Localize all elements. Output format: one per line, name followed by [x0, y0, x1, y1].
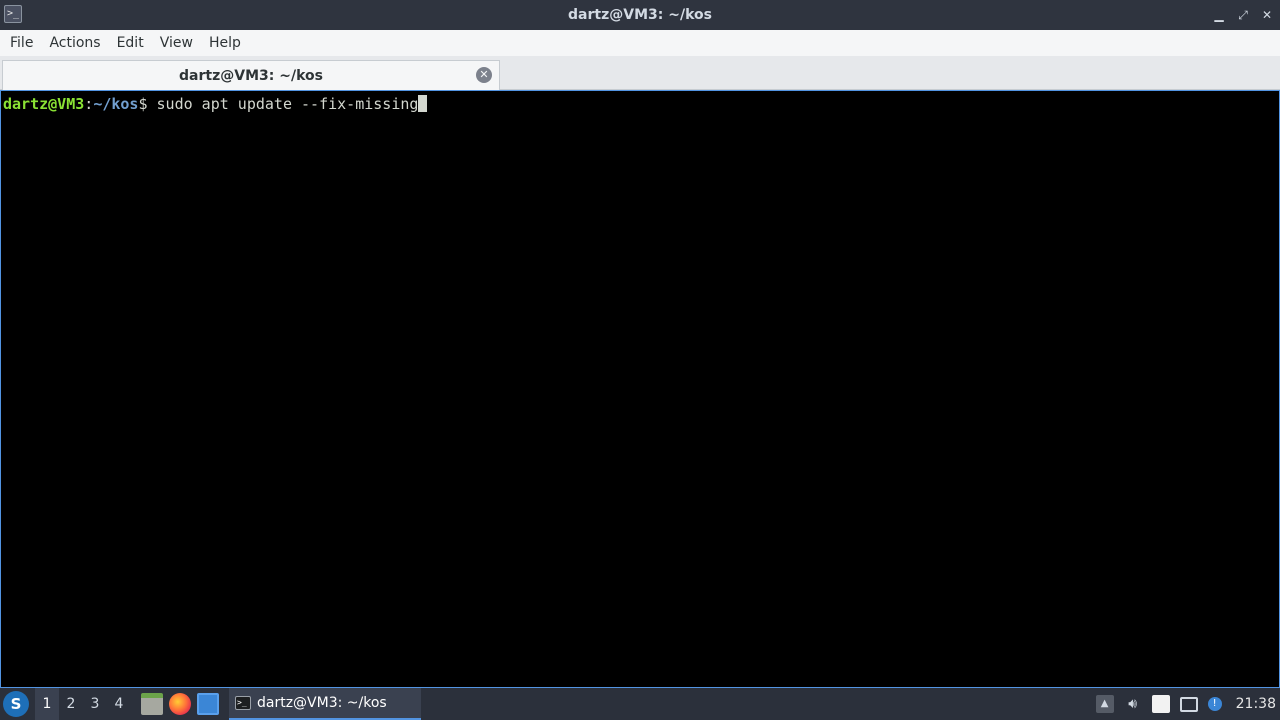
window-title: dartz@VM3: ~/kos — [568, 7, 712, 23]
tab-bar: dartz@VM3: ~/kos ✕ — [0, 56, 1280, 90]
clipboard-icon[interactable] — [1151, 695, 1170, 713]
prompt-colon: : — [84, 95, 94, 113]
desktop-3-button[interactable]: 3 — [83, 688, 107, 720]
taskbar: S 1 2 3 4 >_ dartz@VM3: ~/kos ▲ 🔊︎ ! 21:… — [0, 688, 1280, 720]
desktop-switcher: 1 2 3 4 — [35, 688, 131, 720]
menu-edit[interactable]: Edit — [109, 30, 152, 56]
prompt-path: ~/kos — [93, 95, 139, 113]
prompt-user-host: dartz@VM3 — [3, 95, 85, 113]
maximize-button[interactable]: ⤢ — [1236, 8, 1250, 22]
command-text: sudo apt update --fix-missing — [156, 95, 419, 113]
prompt-symbol: $ — [138, 95, 157, 113]
desktop-1-button[interactable]: 1 — [35, 688, 59, 720]
menu-help[interactable]: Help — [201, 30, 249, 56]
terminal-icon: >_ — [235, 696, 251, 710]
clock[interactable]: 21:38 — [1236, 696, 1276, 712]
window-controls: ▁ ⤢ ✕ — [1212, 0, 1274, 30]
terminal-tab[interactable]: dartz@VM3: ~/kos ✕ — [2, 60, 500, 90]
text-cursor — [418, 95, 428, 112]
desktop-4-button[interactable]: 4 — [107, 688, 131, 720]
menu-view[interactable]: View — [152, 30, 201, 56]
quick-launch — [141, 693, 219, 715]
window-titlebar[interactable]: >_ dartz@VM3: ~/kos ▁ ⤢ ✕ — [0, 0, 1280, 30]
tab-close-icon[interactable]: ✕ — [476, 67, 492, 83]
minimize-button[interactable]: ▁ — [1212, 8, 1226, 22]
show-desktop-icon[interactable] — [197, 693, 219, 715]
start-menu-icon[interactable]: S — [3, 691, 29, 717]
terminal-output[interactable]: dartz@VM3:~/kos$ sudo apt update --fix-m… — [0, 90, 1280, 688]
tray-expand-icon[interactable]: ▲ — [1095, 695, 1114, 713]
menu-actions[interactable]: Actions — [41, 30, 108, 56]
update-notifier-icon[interactable]: ! — [1207, 697, 1222, 711]
taskbar-task-terminal[interactable]: >_ dartz@VM3: ~/kos — [229, 688, 421, 720]
desktop-2-button[interactable]: 2 — [59, 688, 83, 720]
task-label: dartz@VM3: ~/kos — [257, 695, 387, 711]
volume-icon[interactable]: 🔊︎ — [1124, 695, 1142, 713]
close-button[interactable]: ✕ — [1260, 8, 1274, 22]
firefox-icon[interactable] — [169, 693, 191, 715]
system-tray: ▲ 🔊︎ ! 21:38 — [1095, 688, 1280, 720]
menubar: File Actions Edit View Help — [0, 30, 1280, 56]
monitor-icon[interactable] — [1179, 696, 1198, 712]
tab-label: dartz@VM3: ~/kos — [179, 67, 323, 84]
terminal-app-icon[interactable]: >_ — [4, 5, 22, 23]
file-manager-icon[interactable] — [141, 693, 163, 715]
menu-file[interactable]: File — [2, 30, 41, 56]
